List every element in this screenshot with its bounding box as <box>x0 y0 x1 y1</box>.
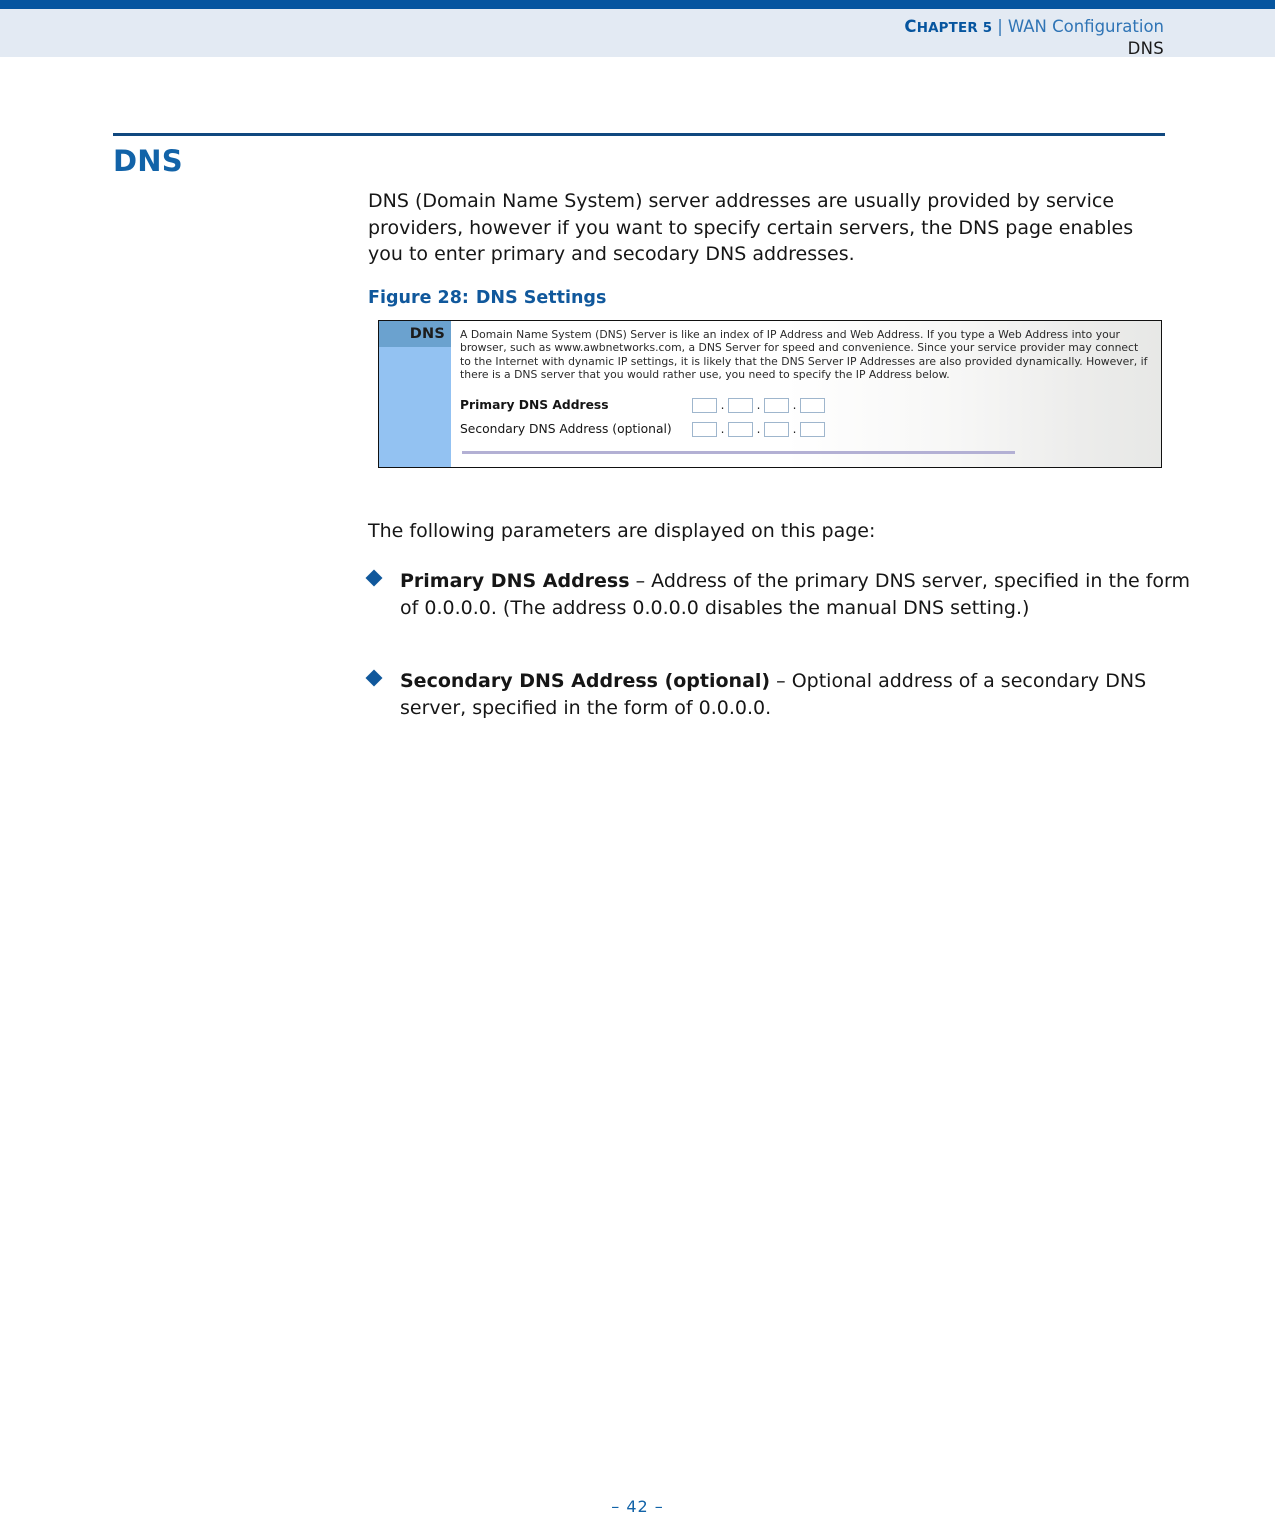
primary-dns-octet-4[interactable] <box>800 397 825 413</box>
running-header-band: CHAPTER 5 | WAN Configuration DNS <box>0 9 1275 59</box>
octet-separator: . <box>756 398 761 413</box>
figure-sidebar-label: DNS <box>379 321 451 347</box>
parameter-dash: – <box>629 570 652 592</box>
primary-dns-label: Primary DNS Address <box>460 398 609 413</box>
page-top-rule <box>0 0 1275 9</box>
running-header: CHAPTER 5 | WAN Configuration DNS <box>904 16 1164 59</box>
primary-dns-octet-1[interactable] <box>692 397 717 413</box>
octet-separator: . <box>756 422 761 437</box>
figure-divider <box>462 451 1015 455</box>
figure-caption: Figure 28: DNS Settings <box>368 288 606 308</box>
figure-caption-title: DNS Settings <box>475 288 607 308</box>
octet-separator: . <box>792 398 797 413</box>
chapter-label-rest: HAPTER 5 <box>916 21 993 36</box>
secondary-dns-octet-2[interactable] <box>728 421 753 437</box>
secondary-dns-octet-3[interactable] <box>764 421 789 437</box>
parameters-intro-paragraph: The following parameters are displayed o… <box>368 520 876 542</box>
section-heading-rule <box>113 133 1165 136</box>
figure-content: A Domain Name System (DNS) Server is lik… <box>451 321 1161 467</box>
secondary-dns-octet-1[interactable] <box>692 421 717 437</box>
secondary-dns-octets: . . . <box>692 421 825 437</box>
parameter-dash: – <box>770 670 792 692</box>
primary-dns-octets: . . . <box>692 397 825 413</box>
running-header-chapter-line: CHAPTER 5 | WAN Configuration <box>904 16 1164 37</box>
chapter-title: WAN Configuration <box>1007 17 1164 36</box>
primary-dns-row: Primary DNS Address . . . <box>460 393 1151 417</box>
header-separator: | <box>997 17 1003 36</box>
primary-dns-octet-3[interactable] <box>764 397 789 413</box>
octet-separator: . <box>720 422 725 437</box>
parameter-term: Secondary DNS Address (optional) <box>400 670 771 692</box>
page-footer: – 42 – <box>611 1497 664 1516</box>
octet-separator: . <box>720 398 725 413</box>
parameter-item-primary-dns: Primary DNS Address – Address of the pri… <box>365 568 1200 621</box>
page-title: DNS <box>113 144 183 178</box>
chapter-label: CHAPTER 5 <box>904 17 992 36</box>
figure-sidebar: DNS <box>379 321 451 467</box>
secondary-dns-octet-4[interactable] <box>800 421 825 437</box>
octet-separator: . <box>792 422 797 437</box>
figure-caption-number: Figure 28: <box>368 288 469 308</box>
chapter-label-initial: C <box>904 17 917 36</box>
diamond-bullet-icon <box>365 569 383 587</box>
secondary-dns-row: Secondary DNS Address (optional) . . . <box>460 417 1151 441</box>
figure-description: A Domain Name System (DNS) Server is lik… <box>460 328 1148 381</box>
running-header-section: DNS <box>1127 39 1164 59</box>
figure-dns-settings: DNS A Domain Name System (DNS) Server is… <box>378 320 1162 468</box>
parameter-term: Primary DNS Address <box>400 570 630 592</box>
parameter-item-secondary-dns: Secondary DNS Address (optional) – Optio… <box>365 668 1200 721</box>
diamond-bullet-icon <box>365 669 383 687</box>
dns-settings-form: Primary DNS Address . . . Secondary DNS … <box>460 393 1151 455</box>
intro-paragraph: DNS (Domain Name System) server addresse… <box>368 190 1134 265</box>
secondary-dns-label: Secondary DNS Address (optional) <box>460 422 672 437</box>
primary-dns-octet-2[interactable] <box>728 397 753 413</box>
